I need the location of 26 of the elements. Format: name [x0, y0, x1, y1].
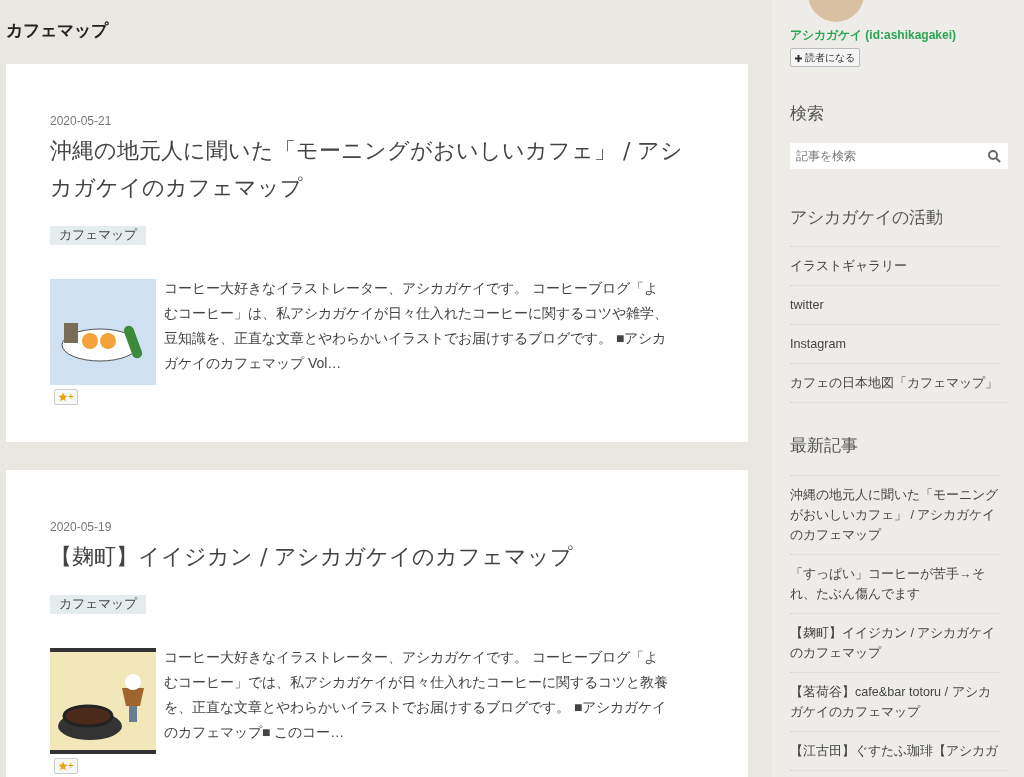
sidebar-link[interactable]: 【江古田】ぐすたふ珈琲【アシカガ: [790, 730, 1000, 770]
sidebar-link[interactable]: 【麹町】イイジカン / アシカガケイのカフェマップ: [790, 612, 1000, 672]
sidebar-link[interactable]: カフェの日本地図「カフェマップ」: [790, 363, 1000, 402]
sidebar-link[interactable]: イラストギャラリー: [790, 246, 1000, 285]
article-title[interactable]: 【麹町】イイジカン / アシカガケイのカフェマップ: [50, 537, 704, 575]
sidebar-link[interactable]: 沖縄の地元人に聞いた「モーニングがおいしいカフェ」 / アシカガケイのカフェマップ: [790, 474, 1000, 554]
category-tag[interactable]: カフェマップ: [50, 225, 146, 245]
star-icon: [58, 391, 68, 402]
plus-icon: [795, 54, 802, 62]
star-icon: [58, 760, 68, 771]
article-date: 2020-05-21: [50, 112, 113, 130]
sidebar-link[interactable]: twitter: [790, 285, 1000, 324]
article-excerpt: コーヒー大好きなイラストレーター、アシカガケイです。 コーヒーブログ「よむコーヒー」では、私アシカガケイが日々仕入れたコーヒーに関するコツと教養を、正直な文章とやわらかいイラストでお届けするブログです。 ■アシカガケイのカフェマップ■ このコー…: [164, 647, 669, 742]
category-tag[interactable]: カフェマップ: [50, 594, 146, 614]
article-title[interactable]: 沖縄の地元人に聞いた「モーニングがおいしいカフェ」 / アシカガケイのカフェマップ: [50, 131, 704, 206]
section-heading: 検索: [790, 102, 825, 125]
sidebar-link[interactable]: 「すっぱい」コーヒーが苦手→それ、たぶん傷んでます: [790, 553, 1000, 613]
section-heading: アシカガケイの活動: [790, 205, 944, 229]
sidebar-link[interactable]: Instagram: [790, 324, 1000, 363]
search-icon[interactable]: [988, 149, 1001, 163]
subscribe-button[interactable]: 読者になる: [790, 48, 860, 67]
section-heading: 最新記事: [790, 434, 859, 457]
sidebar-link[interactable]: 【茗荷谷】cafe&bar totoru / アシカガケイのカフェマップ: [790, 671, 1000, 731]
article-date: 2020-05-19: [50, 518, 113, 536]
page-title: カフェマップ: [6, 20, 110, 42]
article-excerpt: コーヒー大好きなイラストレーター、アシカガケイです。 コーヒーブログ「よむコーヒー」は、私アシカガケイが日々仕入れたコーヒーに関するコツや雑学、豆知識を、正直な文章とやわらかいイラストでお届けするブログです。 ■アシカガケイのカフェマップ Vol…: [164, 278, 669, 373]
